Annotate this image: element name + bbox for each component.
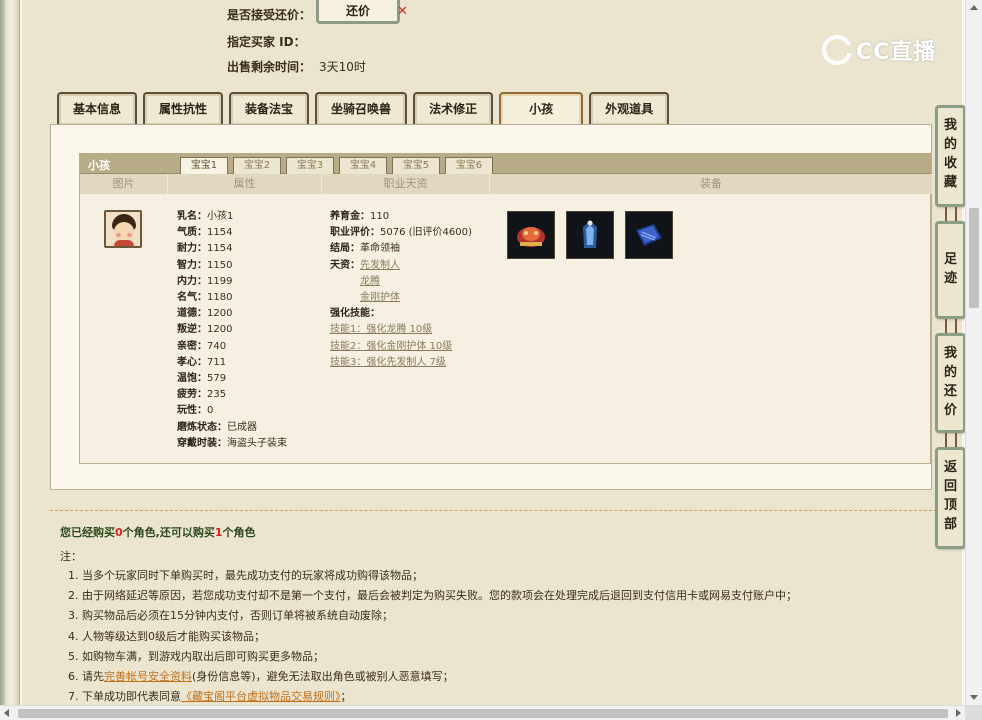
attr-row: 疲劳：235: [177, 389, 227, 401]
attr-row: 叛逆：1200: [177, 324, 233, 336]
tab-attributes[interactable]: 属性抗性: [143, 92, 224, 125]
skill-link[interactable]: 技能2：强化金刚护体 10级: [330, 341, 452, 352]
career-fund: 养育金：110: [330, 211, 390, 222]
career-talents: 天资：先发制人: [330, 259, 400, 271]
baby-tab-1[interactable]: 宝宝1: [180, 157, 228, 174]
attr-row: 气质：1154: [177, 227, 233, 239]
child-header: 小孩 宝宝1 宝宝2 宝宝3 宝宝4 宝宝5 宝宝6: [80, 154, 930, 174]
child-title: 小孩: [88, 159, 110, 172]
child-attributes: 乳名：小孩1 气质：1154 耐力：1154 智力：1150 内力：1199 名…: [177, 209, 287, 452]
baby-tab-4[interactable]: 宝宝4: [339, 157, 387, 174]
side-connector: [945, 433, 957, 447]
career-skills-label: 强化技能：: [330, 308, 380, 320]
attr-row: 道德：1200: [177, 308, 233, 320]
baby-tab-6[interactable]: 宝宝6: [445, 157, 493, 174]
child-box: 小孩 宝宝1 宝宝2 宝宝3 宝宝4 宝宝5 宝宝6 图片 属性 职业天资 装备: [79, 153, 932, 464]
col-head-image: 图片: [80, 174, 168, 194]
purchase-notes: 您已经购买0个角色,还可以购买1个角色 注： 1. 当多个玩家同时下单购买时，最…: [60, 524, 797, 707]
col-head-attrs: 属性: [168, 174, 322, 194]
time-left-row: 出售剩余时间： 3天10时: [227, 58, 366, 75]
scroll-left-icon[interactable]: [4, 709, 9, 717]
talent-link[interactable]: 龙腾: [360, 276, 380, 287]
attr-row: 穿戴时装：海盗头子装束: [177, 437, 287, 449]
attr-row: 智力：1150: [177, 259, 233, 271]
tab-mounts-summons[interactable]: 坐骑召唤兽: [315, 92, 408, 125]
note-item: 6. 请先完善帐号安全资料(身份信息等)，避免无法取出角色或被别人恶意填写；: [68, 669, 454, 683]
trade-rules-link[interactable]: 《藏宝阁平台虚拟物品交易规则》: [181, 690, 341, 703]
note-item: 1. 当多个玩家同时下单购买时，最先成功支付的玩家将成功购得该物品；: [68, 569, 423, 582]
logo-text: CC直播: [856, 40, 937, 65]
side-connector: [945, 207, 957, 221]
attr-row: 耐力：1154: [177, 243, 233, 255]
baby-tab-5[interactable]: 宝宝5: [392, 157, 440, 174]
career-ending: 结局：革命领袖: [330, 243, 400, 255]
my-favorites-button[interactable]: 我的收藏: [935, 105, 966, 207]
baby-tab-2[interactable]: 宝宝2: [233, 157, 281, 174]
note-item: 2. 由于网络延迟等原因，若您成功支付却不是第一个支付，最后会被判定为购买失败。…: [68, 589, 797, 603]
scrollbar-corner: [965, 705, 982, 720]
cc-logo-icon: [822, 35, 854, 65]
purchase-count: 您已经购买0个角色,还可以购买1个角色: [60, 526, 256, 539]
attr-row: 内力：1199: [177, 275, 233, 287]
child-avatar: [104, 210, 142, 248]
attr-row: 乳名：小孩1: [177, 211, 234, 222]
divider: [50, 510, 962, 511]
attr-row: 亲密：740: [177, 340, 227, 352]
skill-link[interactable]: 技能1：强化龙腾 10级: [330, 324, 432, 335]
vertical-scroll-thumb[interactable]: [969, 208, 979, 308]
baby-tab-3[interactable]: 宝宝3: [286, 157, 334, 174]
scroll-up-icon[interactable]: [970, 5, 978, 10]
note-item: 3. 购买物品后必须在15分钟内支付，否则订单将被系统自动废除；: [68, 609, 393, 623]
account-security-link[interactable]: 完善帐号安全资料: [104, 670, 192, 683]
cc-live-logo: CC直播: [822, 34, 936, 66]
attr-row: 名气：1180: [177, 292, 233, 304]
time-left-value: 3天10时: [319, 60, 366, 74]
detail-tabs: 基本信息 属性抗性 装备法宝 坐骑召唤兽 法术修正 小孩 外观道具: [57, 92, 675, 126]
attr-row: 温饱：579: [177, 373, 227, 385]
back-to-top-button[interactable]: 返回顶部: [935, 447, 966, 549]
scroll-right-icon[interactable]: [956, 709, 961, 717]
attr-row: 磨炼状态：已成器: [177, 421, 257, 433]
accept-counter-label: 是否接受还价：: [227, 8, 312, 22]
col-head-career: 职业天资: [322, 174, 490, 194]
tab-equipment[interactable]: 装备法宝: [229, 92, 310, 125]
col-head-equipment: 装备: [490, 174, 932, 194]
buyer-id-label: 指定买家 ID：: [227, 35, 306, 49]
child-panel: 小孩 宝宝1 宝宝2 宝宝3 宝宝4 宝宝5 宝宝6 图片 属性 职业天资 装备: [50, 124, 932, 490]
child-career: 养育金：110 职业评价：5076 (旧评价4600) 结局：革命领袖 天资：先…: [330, 209, 472, 371]
page: 是否接受还价： 还价 ✕ 指定买家 ID： 出售剩余时间： 3天10时 CC直播 …: [0, 0, 982, 720]
horizontal-scroll-thumb[interactable]: [18, 709, 948, 718]
scroll-down-icon[interactable]: [970, 695, 978, 700]
red-helmet-icon[interactable]: [507, 211, 555, 259]
vertical-scrollbar[interactable]: [965, 0, 982, 705]
accept-counter-row: 是否接受还价：: [227, 6, 311, 23]
left-decorative-border: [0, 0, 20, 720]
note-item: 4. 人物等级达到0级后才能购买该物品；: [68, 629, 265, 643]
side-connector: [945, 319, 957, 333]
baby-tabs: 宝宝1 宝宝2 宝宝3 宝宝4 宝宝5 宝宝6: [180, 157, 498, 174]
my-counter-offers-button[interactable]: 我的还价: [935, 333, 966, 433]
notes-list: 1. 当多个玩家同时下单购买时，最先成功支付的玩家将成功购得该物品； 2. 由于…: [60, 566, 797, 707]
tab-basic-info[interactable]: 基本信息: [57, 92, 138, 125]
buyer-id-row: 指定买家 ID：: [227, 33, 306, 50]
tab-appearance[interactable]: 外观道具: [589, 92, 670, 125]
talent-link[interactable]: 先发制人: [360, 260, 400, 271]
notes-label: 注：: [60, 550, 82, 563]
skill-link[interactable]: 技能3：强化先发制人 7级: [330, 357, 446, 368]
counter-offer-button[interactable]: 还价: [316, 0, 400, 24]
close-icon[interactable]: ✕: [397, 4, 408, 19]
blue-armor-icon[interactable]: [566, 211, 614, 259]
attr-row: 孝心：711: [177, 356, 227, 368]
note-item: 5. 如购物车满，到游戏内取出后即可购买更多物品；: [68, 649, 324, 663]
career-rating: 职业评价：5076 (旧评价4600): [330, 227, 472, 239]
blue-book-icon[interactable]: [625, 211, 673, 259]
attr-row: 玩性：0: [177, 405, 214, 417]
tab-child[interactable]: 小孩: [499, 92, 584, 126]
time-left-label: 出售剩余时间：: [227, 60, 312, 74]
tab-spell-correction[interactable]: 法术修正: [413, 92, 494, 125]
footprint-button[interactable]: 足迹: [935, 221, 966, 319]
talent-link[interactable]: 金刚护体: [360, 292, 400, 303]
horizontal-scrollbar[interactable]: [0, 705, 965, 720]
